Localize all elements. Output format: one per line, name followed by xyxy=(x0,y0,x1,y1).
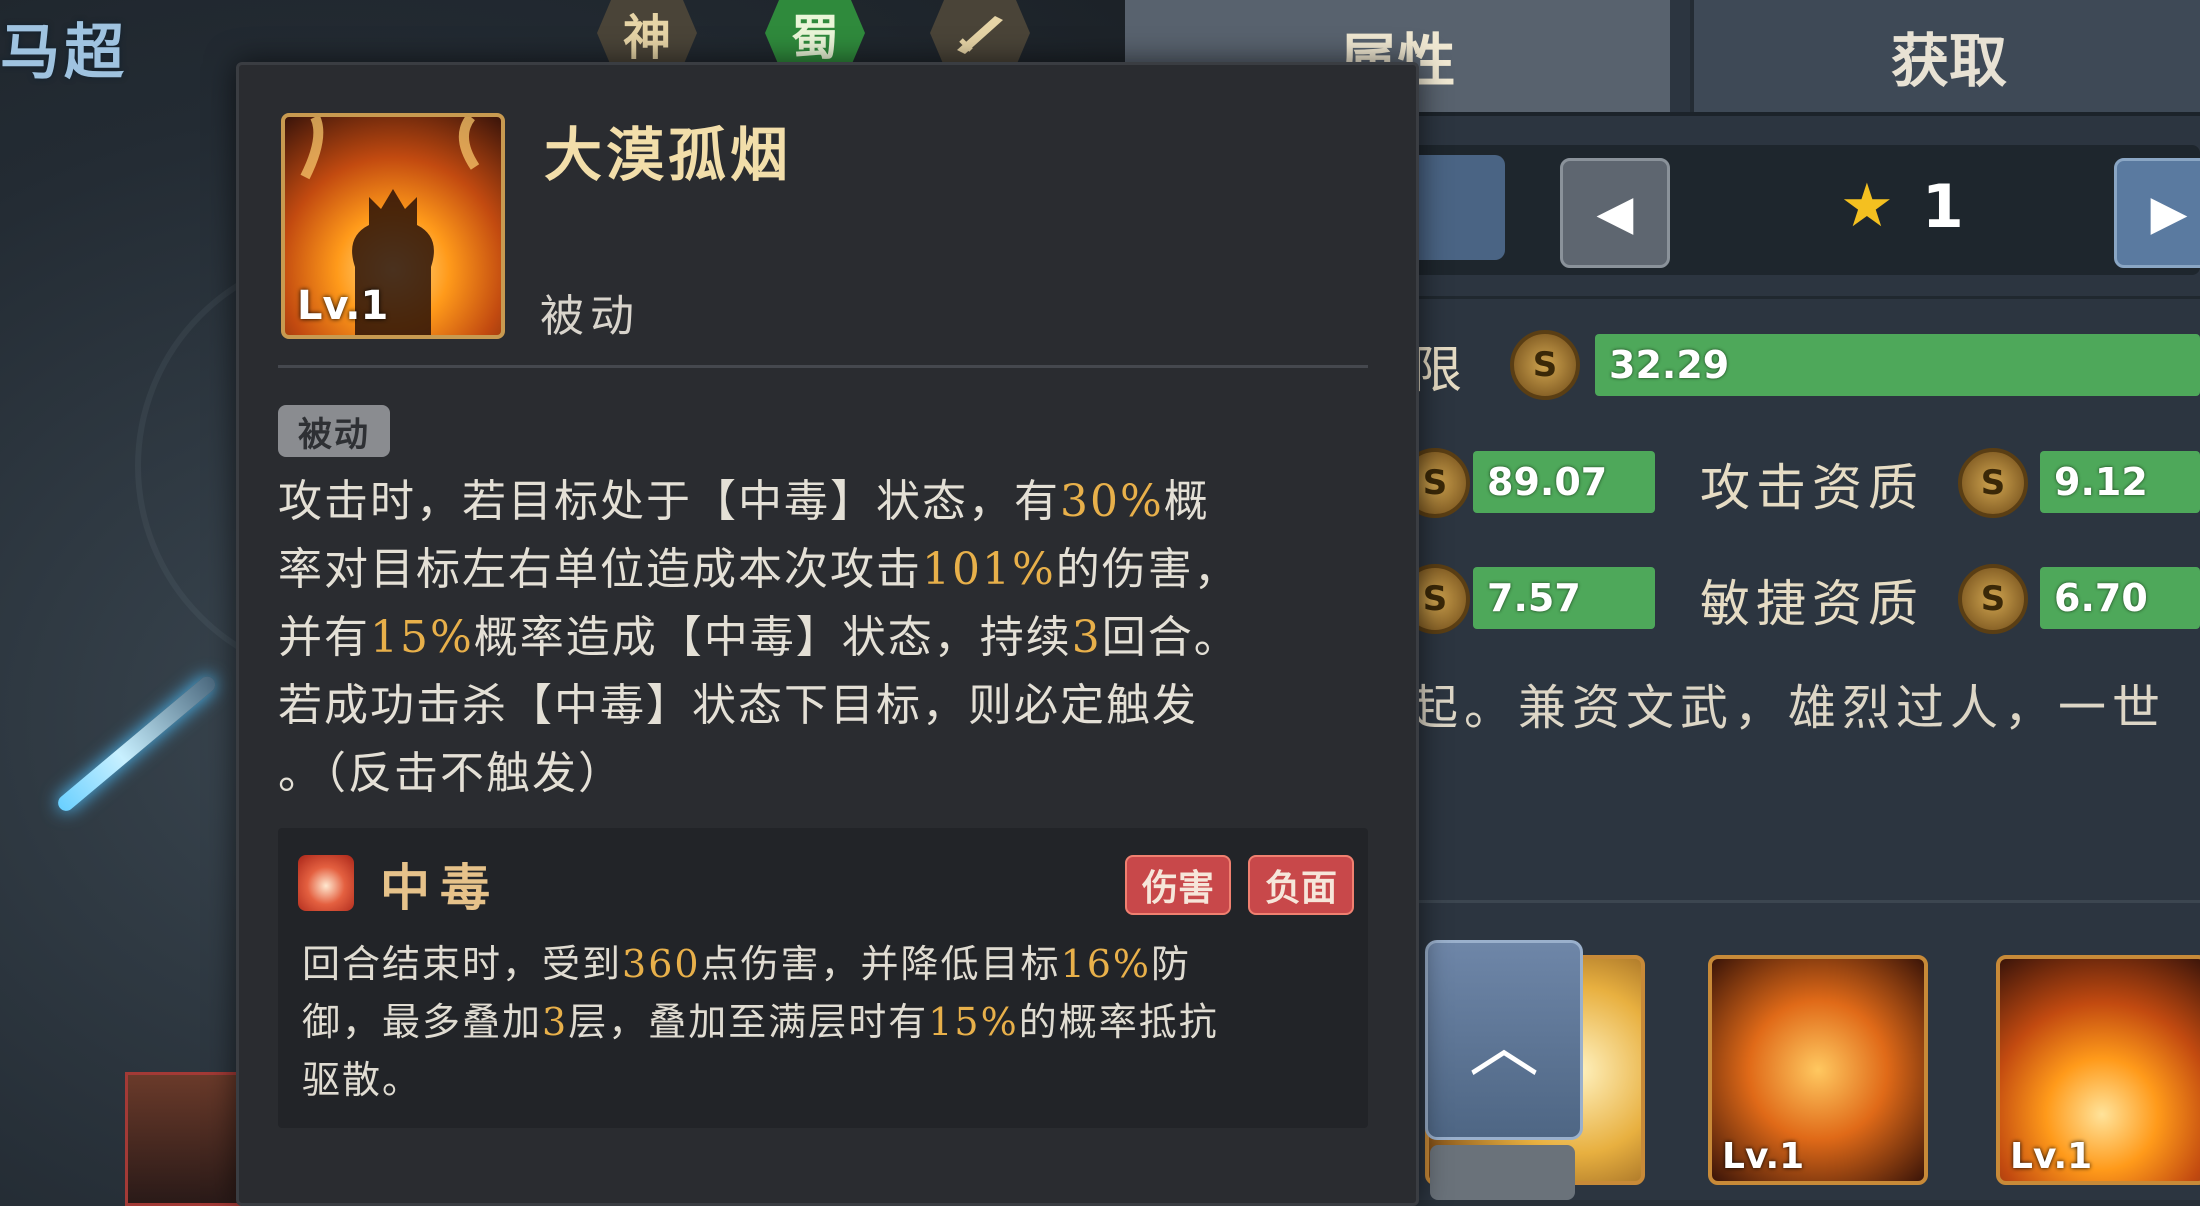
description-text: 概率造成【中毒】状态，持续 xyxy=(473,612,1072,663)
description-text: 层，叠加至满层时有 xyxy=(568,1000,929,1044)
description-text: 点伤害，并降低目标 xyxy=(700,942,1061,986)
description-text: 防 xyxy=(1151,942,1192,986)
damage-tag: 伤害 xyxy=(1125,855,1231,915)
aptitude-coin-icon: S xyxy=(1958,448,2028,518)
debuff-tag: 负面 xyxy=(1248,855,1354,915)
star-icon: ★ xyxy=(1840,171,1894,241)
highlighted-value: 16% xyxy=(1060,942,1152,986)
skill-level: Lv.1 xyxy=(297,283,389,329)
star-count: 1 xyxy=(1922,172,1964,242)
description-line: 攻击时，若目标处于【中毒】状态，有30%概 xyxy=(278,468,1378,536)
hero-avatar[interactable] xyxy=(125,1072,241,1206)
star-next-button[interactable]: ▶ xyxy=(2114,158,2200,268)
row-divider xyxy=(1400,296,2200,299)
chevron-up-icon: ︿ xyxy=(1469,1004,1539,1087)
hero-name: 马超 xyxy=(0,18,128,88)
highlighted-value: 3 xyxy=(1071,612,1102,663)
description-text: 并有 xyxy=(278,612,370,663)
skill-icon: Lv.1 xyxy=(281,113,505,339)
passive-badge: 被动 xyxy=(278,405,390,457)
skill-type: 被动 xyxy=(540,291,640,342)
collapse-button-base xyxy=(1430,1145,1575,1200)
status-effect-name: 中毒 xyxy=(380,858,500,917)
description-text: 概 xyxy=(1163,476,1210,527)
agility-aptitude-label: 敏捷资质 xyxy=(1700,575,1924,633)
faction-badge-shen[interactable]: 神 xyxy=(597,0,697,66)
hero-lore-text: 起。兼资文武，雄烈过人，一世 xyxy=(1410,680,2167,736)
description-text: 的伤害， xyxy=(1055,544,1240,595)
aptitude-coin-icon: S xyxy=(1958,564,2028,634)
collapse-up-button[interactable]: ︿ xyxy=(1425,940,1583,1140)
description-line: 。（反击不触发） xyxy=(278,740,1378,808)
description-text: 。（反击不触发） xyxy=(278,748,624,799)
description-line: 御，最多叠加3层，叠加至满层时有15%的概率抵抗 xyxy=(302,993,1362,1051)
highlighted-value: 15% xyxy=(928,1000,1019,1044)
skill-card-flame-warrior[interactable]: Lv.1 xyxy=(1996,955,2200,1185)
section-divider xyxy=(1410,900,2200,903)
aptitude-cap-bar: 32.29 xyxy=(1595,334,2200,396)
arrow-left-icon: ◀ xyxy=(1596,185,1634,241)
blade-icon xyxy=(957,16,1003,54)
skill-card-level: Lv.1 xyxy=(2010,1136,2093,1177)
aptitude-coin-icon: S xyxy=(1510,330,1580,400)
attack-aptitude-bar: 9.12 xyxy=(2040,451,2200,513)
status-effect-description: 回合结束时，受到360点伤害，并降低目标16%防 御，最多叠加3层，叠加至满层时有… xyxy=(302,935,1362,1109)
description-line: 率对目标左右单位造成本次攻击101%的伤害， xyxy=(278,536,1378,604)
aptitude-bar: 89.07 xyxy=(1473,451,1655,513)
arrow-right-icon: ▶ xyxy=(2150,185,2188,241)
highlighted-value: 101% xyxy=(922,544,1056,595)
star-selector xyxy=(1405,145,2200,275)
tab-obtain[interactable]: 获取 xyxy=(1690,0,2200,112)
poison-status-icon xyxy=(298,855,354,911)
description-text: 御，最多叠加 xyxy=(302,1000,543,1044)
description-line: 驱散。 xyxy=(302,1051,1362,1109)
skill-name: 大漠孤烟 xyxy=(544,121,793,189)
skill-description: 攻击时，若目标处于【中毒】状态，有30%概 率对目标左右单位造成本次攻击101%的… xyxy=(278,468,1378,808)
description-line: 回合结束时，受到360点伤害，并降低目标16%防 xyxy=(302,935,1362,993)
aptitude-cap-label: 限 xyxy=(1412,341,1468,399)
agility-aptitude-bar: 6.70 xyxy=(2040,567,2200,629)
description-text: 率对目标左右单位造成本次攻击 xyxy=(278,544,922,595)
highlighted-value: 3 xyxy=(542,1000,569,1044)
skill-card-level: Lv.1 xyxy=(1722,1136,1805,1177)
description-text: 回合结束时，受到 xyxy=(302,942,623,986)
highlighted-value: 15% xyxy=(370,612,474,663)
description-text: 若成功击杀【中毒】状态下目标，则必定触发 xyxy=(278,680,1198,731)
description-text: 的概率抵抗 xyxy=(1018,1000,1219,1044)
highlighted-value: 30% xyxy=(1060,476,1164,527)
aptitude-bar: 7.57 xyxy=(1473,567,1655,629)
description-text: 攻击时，若目标处于【中毒】状态，有 xyxy=(278,476,1060,527)
attack-aptitude-label: 攻击资质 xyxy=(1700,459,1924,517)
skill-card-dragon[interactable]: Lv.1 xyxy=(1708,955,1928,1185)
description-text: 驱散。 xyxy=(302,1058,423,1102)
weapon-icon[interactable] xyxy=(930,0,1030,66)
highlighted-value: 360 xyxy=(622,942,701,986)
description-line: 并有15%概率造成【中毒】状态，持续3回合。 xyxy=(278,604,1378,672)
description-line: 若成功击杀【中毒】状态下目标，则必定触发 xyxy=(278,672,1378,740)
faction-badge-shu[interactable]: 蜀 xyxy=(765,0,865,66)
tooltip-divider xyxy=(278,365,1368,368)
star-prev-button[interactable]: ◀ xyxy=(1560,158,1670,268)
description-text: 回合。 xyxy=(1101,612,1240,663)
